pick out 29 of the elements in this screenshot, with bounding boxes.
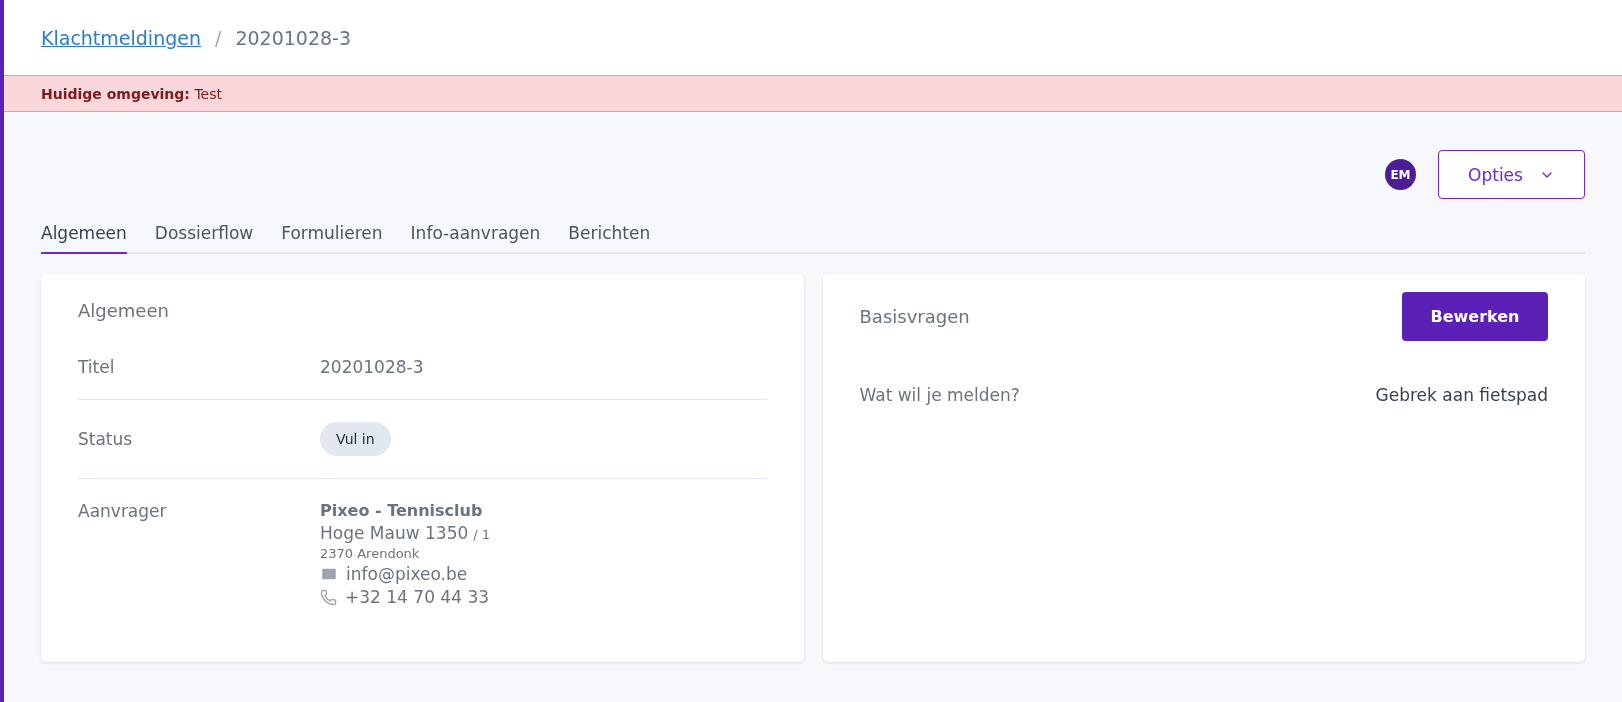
- field-label: Aanvrager: [78, 501, 168, 521]
- breadcrumb-current: 20201028-3: [235, 26, 352, 49]
- question-label: Wat wil je melden?: [859, 385, 1020, 405]
- card-title: Basisvragen: [859, 306, 970, 327]
- address-box-number: / 1: [473, 527, 491, 542]
- answer-value: Gebrek aan fietspad: [1375, 385, 1548, 405]
- tab[interactable]: Formulieren: [281, 223, 383, 254]
- field-label: Status: [78, 429, 134, 449]
- street-address: Hoge Mauw 1350: [320, 523, 469, 543]
- card-title: Algemeen: [78, 300, 170, 321]
- applicant-name: Pixeo - Tennisclub: [320, 501, 484, 520]
- user-avatar[interactable]: EM: [1385, 159, 1416, 190]
- tab[interactable]: Dossierflow: [154, 223, 254, 254]
- field-label: Titel: [78, 357, 116, 377]
- tab[interactable]: Info-aanvragen: [410, 223, 541, 254]
- phone-number: +32 14 70 44 33: [345, 587, 490, 607]
- phone-icon: [320, 588, 337, 606]
- breadcrumb-link[interactable]: Klachtmeldingen: [41, 26, 201, 49]
- environment-text: Huidige omgeving: Test: [41, 85, 222, 102]
- postal-city: 2370 Arendonk: [320, 546, 421, 561]
- status-badge: Vul in: [320, 422, 391, 456]
- edit-button[interactable]: Bewerken: [1402, 292, 1548, 341]
- tab[interactable]: Berichten: [568, 223, 651, 254]
- breadcrumb-separator: /: [215, 26, 222, 49]
- email-address: info@pixeo.be: [346, 564, 468, 584]
- field-value: 20201028-3: [320, 357, 424, 377]
- options-button[interactable]: Opties: [1438, 150, 1585, 199]
- mail-icon: [320, 565, 338, 583]
- tab[interactable]: Algemeen: [41, 223, 127, 254]
